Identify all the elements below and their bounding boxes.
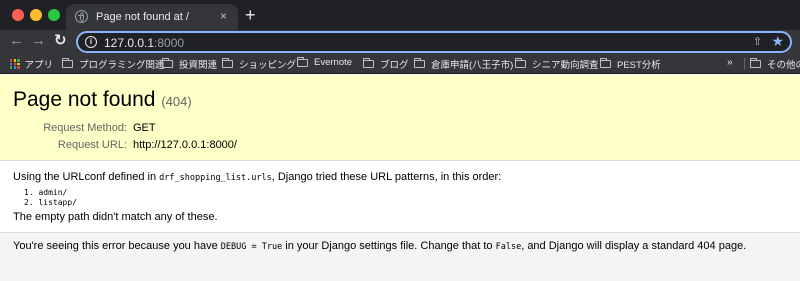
page-title: Page not found (404) bbox=[13, 88, 192, 112]
url-port: :8000 bbox=[154, 36, 185, 50]
status-code: (404) bbox=[161, 94, 192, 109]
apps-grid-icon bbox=[10, 59, 20, 69]
bookmark-label: その他のブ bbox=[767, 60, 800, 71]
no-match-message: The empty path didn't match any of these… bbox=[13, 211, 218, 223]
request-method-value: GET bbox=[133, 122, 156, 134]
bookmark-label: シニア動向調査 bbox=[532, 60, 599, 71]
bookmark-label: Evernote bbox=[314, 57, 353, 68]
url-pattern-item: 2. listapp/ bbox=[24, 197, 77, 207]
request-url-value: http://127.0.0.1:8000/ bbox=[133, 139, 237, 151]
bookmark-label: PEST分析 bbox=[617, 60, 661, 71]
window-close-button[interactable] bbox=[12, 9, 24, 21]
tab-title: Page not found at / bbox=[96, 11, 189, 23]
address-url[interactable]: 127.0.0.1:8000 bbox=[104, 36, 184, 50]
forward-arrow-icon[interactable]: → bbox=[31, 32, 46, 50]
bookmark-folder[interactable]: ショッピング bbox=[221, 57, 297, 71]
folder-icon bbox=[362, 58, 374, 68]
browser-tab[interactable]: Page not found at / × bbox=[66, 4, 238, 30]
tab-close-icon[interactable]: × bbox=[220, 9, 227, 23]
site-info-icon[interactable]: i bbox=[85, 36, 97, 48]
bookmark-label: 倉庫申請(八王子市) bbox=[431, 60, 514, 71]
urlconf-suffix: , Django tried these URL patterns, in th… bbox=[271, 171, 502, 183]
address-bar[interactable]: i 127.0.0.1:8000 ⇧ ★ bbox=[76, 31, 792, 53]
request-method-label: Request Method: bbox=[43, 122, 127, 134]
folder-icon bbox=[599, 58, 611, 68]
bookmark-folder[interactable]: 倉庫申請(八王子市) bbox=[413, 57, 514, 71]
bookmark-label: アプリ bbox=[24, 60, 54, 71]
folder-icon bbox=[296, 56, 308, 67]
reload-icon[interactable]: ↻ bbox=[54, 32, 67, 50]
bookmark-other-folder[interactable]: その他のブ bbox=[749, 57, 800, 71]
url-pattern-list: 1. admin/ 2. listapp/ bbox=[24, 188, 77, 207]
bookmark-folder[interactable]: シニア動向調査 bbox=[514, 57, 599, 71]
bookmark-star-icon[interactable]: ★ bbox=[771, 33, 784, 50]
window-zoom-button[interactable] bbox=[48, 9, 60, 21]
bookmarks-overflow-button[interactable]: » bbox=[727, 57, 733, 68]
error-summary: Page not found (404) Request Method: GET… bbox=[0, 75, 800, 161]
url-host: 127.0.0.1 bbox=[104, 36, 155, 50]
tab-strip: Page not found at / × + bbox=[0, 0, 800, 30]
debug-setting: DEBUG = True bbox=[220, 242, 283, 252]
debug-message: You're seeing this error because you hav… bbox=[13, 240, 746, 252]
bookmark-label: ブログ bbox=[380, 60, 409, 71]
back-arrow-icon[interactable]: ← bbox=[9, 32, 24, 50]
page-content: Page not found (404) Request Method: GET… bbox=[0, 75, 800, 281]
bookmark-folder[interactable]: 投資関連 bbox=[161, 57, 218, 71]
urlconf-module: drf_shopping_list.urls bbox=[159, 173, 272, 183]
folder-icon bbox=[413, 58, 425, 68]
debug-middle: in your Django settings file. Change tha… bbox=[282, 240, 496, 252]
globe-icon bbox=[75, 10, 88, 23]
folder-icon bbox=[749, 58, 761, 68]
browser-toolbar: ← → ↻ i 127.0.0.1:8000 ⇧ ★ bbox=[0, 30, 800, 54]
bookmark-apps[interactable]: アプリ bbox=[10, 57, 53, 71]
folder-icon bbox=[221, 58, 233, 68]
bookmark-folder[interactable]: Evernote bbox=[296, 56, 353, 68]
bookmark-folder[interactable]: PEST分析 bbox=[599, 57, 661, 71]
bookmark-folder[interactable]: プログラミング関連 bbox=[61, 57, 165, 71]
folder-icon bbox=[161, 58, 173, 68]
bookmark-label: 投資関連 bbox=[179, 60, 218, 71]
debug-explanation: You're seeing this error because you hav… bbox=[0, 232, 800, 281]
bookmark-folder[interactable]: ブログ bbox=[362, 57, 409, 71]
window-minimize-button[interactable] bbox=[30, 9, 42, 21]
share-icon[interactable]: ⇧ bbox=[753, 35, 762, 48]
bookmarks-bar: アプリ プログラミング関連 投資関連 ショッピング Evernote ブログ 倉… bbox=[0, 54, 800, 74]
debug-prefix: You're seeing this error because you hav… bbox=[13, 240, 221, 252]
bookmark-label: プログラミング関連 bbox=[79, 60, 165, 71]
folder-icon bbox=[514, 58, 526, 68]
urlconf-description: Using the URLconf defined in drf_shoppin… bbox=[13, 171, 501, 183]
page-title-text: Page not found bbox=[13, 88, 156, 111]
urlconf-prefix: Using the URLconf defined in bbox=[13, 171, 160, 183]
folder-icon bbox=[61, 58, 73, 68]
false-value: False bbox=[495, 242, 522, 252]
debug-suffix: , and Django will display a standard 404… bbox=[521, 240, 747, 252]
bookmarks-divider bbox=[744, 58, 745, 70]
url-pattern-item: 1. admin/ bbox=[24, 188, 68, 197]
urlconf-info: Using the URLconf defined in drf_shoppin… bbox=[0, 161, 800, 232]
new-tab-button[interactable]: + bbox=[245, 6, 256, 24]
bookmark-label: ショッピング bbox=[239, 60, 297, 71]
request-url-label: Request URL: bbox=[57, 139, 127, 151]
